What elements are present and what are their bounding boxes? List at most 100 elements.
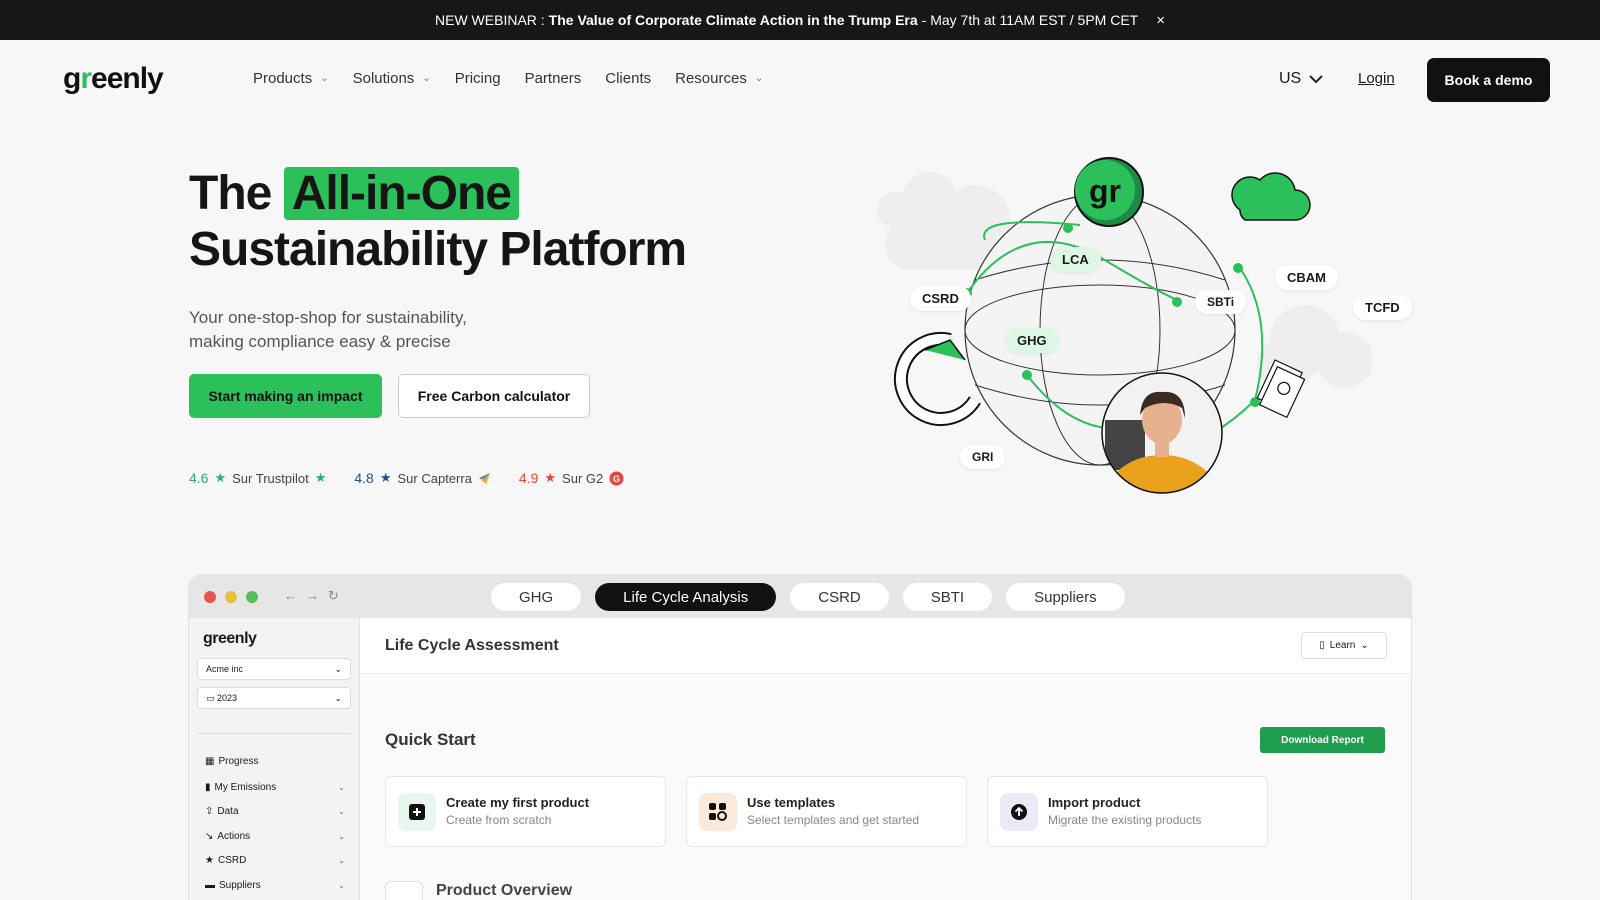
star-icon: ★ xyxy=(214,470,227,485)
star-icon: ★ xyxy=(379,470,392,485)
trend-icon: ↘ xyxy=(205,830,214,842)
nav-label: Clients xyxy=(605,70,652,87)
quick-start-title: Quick Start xyxy=(385,730,476,749)
nav-menu: Products ⌄ Solutions ⌄ Pricing Partners Cl… xyxy=(253,70,763,87)
chevron-down-icon: ⌄ xyxy=(334,663,342,674)
create-product-card[interactable]: Create my first product Create from scra… xyxy=(385,776,666,847)
sidebar-item-suppliers[interactable]: ▬ Suppliers ⌄ xyxy=(205,877,345,893)
login-link[interactable]: Login xyxy=(1358,70,1395,87)
company-value: Acme inc xyxy=(206,664,244,674)
chevron-down-icon: ⌄ xyxy=(338,855,345,865)
chevron-down-icon: ⌄ xyxy=(334,692,342,703)
sidebar-item-emissions[interactable]: ▮ My Emissions ⌄ xyxy=(205,779,345,795)
maximize-window-icon[interactable] xyxy=(246,591,258,603)
book-icon: ▯ xyxy=(1319,640,1325,651)
forward-icon[interactable]: → xyxy=(306,588,319,603)
star-icon: ★ xyxy=(544,470,557,485)
upload-icon: ⇪ xyxy=(205,805,214,817)
tab-suppliers[interactable]: Suppliers xyxy=(1006,583,1125,611)
card-subtitle: Migrate the existing products xyxy=(1048,813,1202,827)
folder-icon: ▬ xyxy=(205,879,215,891)
tab-sbti[interactable]: SBTI xyxy=(902,583,993,611)
sidebar-item-label: Suppliers xyxy=(219,879,261,891)
rating-trustpilot[interactable]: 4.6 ★ Sur Trustpilot ★ xyxy=(189,470,326,486)
rating-score: 4.9 xyxy=(518,470,539,486)
book-demo-button[interactable]: Book a demo xyxy=(1427,58,1550,102)
year-text: 2023 xyxy=(217,692,238,703)
nav-item-clients[interactable]: Clients xyxy=(605,70,651,87)
bars-icon: ▮ xyxy=(205,781,211,793)
chevron-down-icon xyxy=(1309,74,1323,83)
nav-item-resources[interactable]: Resources ⌄ xyxy=(675,70,763,87)
rating-capterra[interactable]: 4.8 ★ Sur Capterra xyxy=(354,470,491,486)
sidebar-item-csrd[interactable]: ★ CSRD ⌄ xyxy=(205,852,345,868)
year-value: ▭ 2023 xyxy=(206,692,238,703)
card-title: Use templates xyxy=(747,795,836,810)
sidebar-item-actions[interactable]: ↘ Actions ⌄ xyxy=(205,828,345,844)
language-selector[interactable]: US xyxy=(1279,70,1323,88)
banner-date: - May 7th at 11AM EST / 5PM CET xyxy=(921,12,1139,28)
sidebar-item-data[interactable]: ⇪ Data ⌄ xyxy=(205,803,345,819)
label-lca: LCA xyxy=(1050,247,1101,272)
card-title: Create my first product xyxy=(446,795,590,810)
greenly-logo[interactable]: greenly xyxy=(63,62,164,96)
g2-icon: G xyxy=(609,471,624,485)
learn-label: Learn xyxy=(1329,640,1356,651)
subtitle-line1: Your one-stop-shop for sustainability, xyxy=(189,308,467,327)
title-pre: The xyxy=(189,167,272,220)
label-csrd: CSRD xyxy=(910,286,971,311)
company-select[interactable]: Acme inc ⌄ xyxy=(197,658,351,680)
download-report-button[interactable]: Download Report xyxy=(1260,727,1385,753)
ratings: 4.6 ★ Sur Trustpilot ★ 4.8 ★ Sur Capterr… xyxy=(189,470,624,486)
rating-g2[interactable]: 4.9 ★ Sur G2 G xyxy=(519,470,624,486)
tab-ghg[interactable]: GHG xyxy=(491,583,582,611)
nav-item-partners[interactable]: Partners xyxy=(525,70,582,87)
card-subtitle: Create from scratch xyxy=(446,813,552,827)
title-highlight: All-in-One xyxy=(283,167,519,220)
start-impact-button[interactable]: Start making an impact xyxy=(189,374,382,418)
label-ghg: GHG xyxy=(1005,328,1059,353)
sidebar-item-progress[interactable]: ▦ Progress xyxy=(205,753,345,769)
close-icon[interactable]: × xyxy=(1156,12,1165,29)
nav-label: Solutions xyxy=(352,70,415,87)
close-window-icon[interactable] xyxy=(204,591,216,603)
back-icon[interactable]: ← xyxy=(284,588,297,603)
nav-label: Products xyxy=(253,70,313,87)
upload-icon xyxy=(1000,793,1038,831)
hero-title: The All-in-One Sustainability Platform xyxy=(189,166,687,278)
refresh-icon[interactable]: ↻ xyxy=(328,588,339,604)
templates-icon xyxy=(699,793,737,831)
nav-item-products[interactable]: Products ⌄ xyxy=(253,70,329,87)
product-overview-icon xyxy=(385,881,423,900)
sidebar-item-label: Progress xyxy=(218,755,259,767)
star-icon: ★ xyxy=(205,854,214,866)
grid-icon: ▦ xyxy=(205,755,215,767)
trustpilot-icon: ★ xyxy=(314,470,327,485)
sidebar-divider xyxy=(197,733,351,734)
year-select[interactable]: ▭ 2023 ⌄ xyxy=(197,687,351,709)
carbon-calculator-button[interactable]: Free Carbon calculator xyxy=(398,374,590,418)
tab-csrd[interactable]: CSRD xyxy=(790,583,889,611)
svg-text:G: G xyxy=(613,474,620,484)
rating-label: Sur Trustpilot xyxy=(232,470,309,486)
sidebar-logo: greenly xyxy=(203,630,257,647)
page-title: Life Cycle Assessment xyxy=(385,637,559,654)
chevron-down-icon: ⌄ xyxy=(422,73,431,84)
nav-item-solutions[interactable]: Solutions ⌄ xyxy=(353,70,431,87)
chevron-down-icon: ⌄ xyxy=(320,73,329,84)
rating-label: Sur G2 xyxy=(562,470,604,486)
webinar-banner[interactable]: NEW WEBINAR : The Value of Corporate Cli… xyxy=(0,0,1600,40)
learn-button[interactable]: ▯ Learn ⌄ xyxy=(1301,632,1387,659)
nav-item-pricing[interactable]: Pricing xyxy=(455,70,501,87)
rating-score: 4.8 xyxy=(354,470,374,486)
sidebar-item-label: Data xyxy=(217,805,239,817)
import-product-card[interactable]: Import product Migrate the existing prod… xyxy=(987,776,1268,847)
nav-label: Resources xyxy=(675,70,747,87)
use-templates-card[interactable]: Use templates Select templates and get s… xyxy=(686,776,967,847)
minimize-window-icon[interactable] xyxy=(225,591,237,603)
hero-illustration: gr LCA CSRD SBTi CBAM TCFD GHG GRI xyxy=(855,150,1415,500)
hero-subtitle: Your one-stop-shop for sustainability, m… xyxy=(189,306,519,354)
tab-lca[interactable]: Life Cycle Analysis xyxy=(595,583,777,611)
product-overview-title: Product Overview xyxy=(436,882,573,899)
chevron-down-icon: ⌄ xyxy=(338,831,345,841)
